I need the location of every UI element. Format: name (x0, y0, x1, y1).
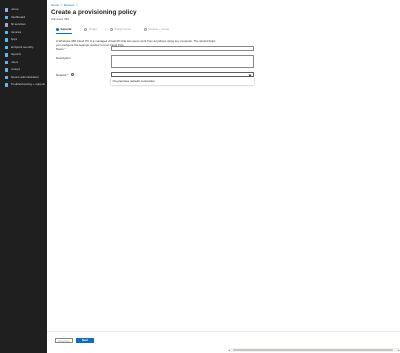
left-navigation: Home Dashboard All services Devices Apps Endp… (0, 0, 47, 353)
next-button[interactable]: Next (76, 338, 94, 343)
breadcrumb: Home > Devices > (51, 3, 78, 7)
sidebar-item-label: Reports (10, 53, 22, 57)
sidebar-item-groups[interactable]: Groups (0, 67, 47, 74)
sidebar-item-label: Troubleshooting + support (10, 83, 46, 87)
scroll-right-arrow-icon[interactable]: ▸ (398, 349, 399, 352)
wizard-step-label: Review + create (148, 27, 170, 31)
step-pending-icon (84, 27, 88, 31)
network-label: Network * (56, 73, 69, 77)
wizard-steps: General Image Assignments Review + create (56, 27, 182, 31)
chevron-down-icon (248, 73, 252, 77)
step-current-icon (56, 27, 59, 31)
current-step-underline (56, 32, 72, 34)
sidebar-item-apps[interactable]: Apps (0, 37, 47, 44)
tenant-administration-icon (4, 75, 8, 80)
groups-icon (4, 68, 8, 72)
dropdown-option-on-premises-network-connection[interactable]: On-premises network connection (113, 79, 155, 83)
more-options-icon[interactable]: ... (124, 10, 128, 15)
breadcrumb-separator: > (60, 3, 63, 7)
wizard-step-label: Assignments (114, 27, 131, 31)
main-content: Home > Devices > Create a provisioning p… (47, 0, 400, 353)
sidebar-item-label: All services (10, 23, 26, 27)
troubleshooting-icon (4, 83, 8, 87)
sidebar-item-label: Groups (10, 68, 21, 72)
name-input[interactable] (111, 46, 254, 51)
reports-icon (4, 53, 8, 57)
sidebar-item-label: Apps (10, 38, 18, 42)
wizard-step-assignments[interactable]: Assignments (109, 27, 131, 31)
apps-icon (4, 38, 8, 42)
sidebar-item-home[interactable]: Home (0, 7, 47, 14)
previous-button[interactable]: Previous (55, 338, 73, 343)
sidebar-item-label: Tenant administration (10, 75, 40, 79)
breadcrumb-home[interactable]: Home (51, 3, 59, 7)
sidebar-item-users[interactable]: Users (0, 59, 47, 66)
wizard-step-label: Image (88, 27, 97, 31)
sidebar-item-endpoint-security[interactable]: Endpoint security (0, 44, 47, 51)
sidebar-item-all-services[interactable]: All services (0, 22, 47, 29)
devices-icon (4, 30, 8, 35)
breadcrumb-separator: > (75, 3, 78, 7)
sidebar-item-reports[interactable]: Reports (0, 52, 47, 59)
required-marker: * (67, 73, 69, 77)
dashboard-icon (4, 15, 8, 20)
wizard-footer: Previous Next ◂ ▸ (47, 331, 400, 353)
name-label: Name * (56, 47, 66, 51)
required-marker: * (64, 47, 66, 51)
network-dropdown-list: On-premises network connection (111, 77, 254, 85)
wizard-step-review-create[interactable]: Review + create (143, 27, 170, 31)
network-label-text: Network (56, 73, 67, 77)
sidebar-item-devices[interactable]: Devices (0, 29, 47, 36)
sidebar-item-label: Dashboard (10, 15, 26, 19)
sidebar-item-label: Devices (10, 30, 22, 34)
scroll-left-arrow-icon[interactable]: ◂ (229, 349, 230, 352)
sidebar-item-troubleshooting-support[interactable]: Troubleshooting + support (0, 82, 47, 89)
step-pending-icon (143, 27, 147, 31)
info-icon[interactable]: i (71, 73, 74, 76)
wizard-step-label: General (60, 27, 72, 31)
all-services-icon (4, 23, 8, 27)
step-pending-icon (109, 27, 113, 31)
name-label-text: Name (56, 47, 64, 51)
sidebar-item-label: Users (10, 60, 19, 64)
sidebar-item-label: Home (10, 8, 19, 12)
description-label: Description (56, 56, 71, 60)
horizontal-scrollbar[interactable]: ◂ ▸ (228, 348, 400, 352)
sidebar-item-dashboard[interactable]: Dashboard (0, 14, 47, 21)
sidebar-item-tenant-administration[interactable]: Tenant administration (0, 74, 47, 81)
scrollbar-thumb[interactable] (233, 348, 393, 351)
description-input[interactable] (111, 55, 254, 68)
wizard-step-general[interactable]: General (56, 27, 71, 31)
breadcrumb-devices[interactable]: Devices (64, 3, 75, 7)
sidebar-item-label: Endpoint security (10, 45, 34, 49)
users-icon (4, 60, 8, 65)
wizard-step-image[interactable]: Image (84, 27, 97, 31)
endpoint-security-icon (4, 45, 8, 50)
home-icon (4, 8, 8, 12)
page-subtitle: Windows 365 (51, 17, 70, 21)
